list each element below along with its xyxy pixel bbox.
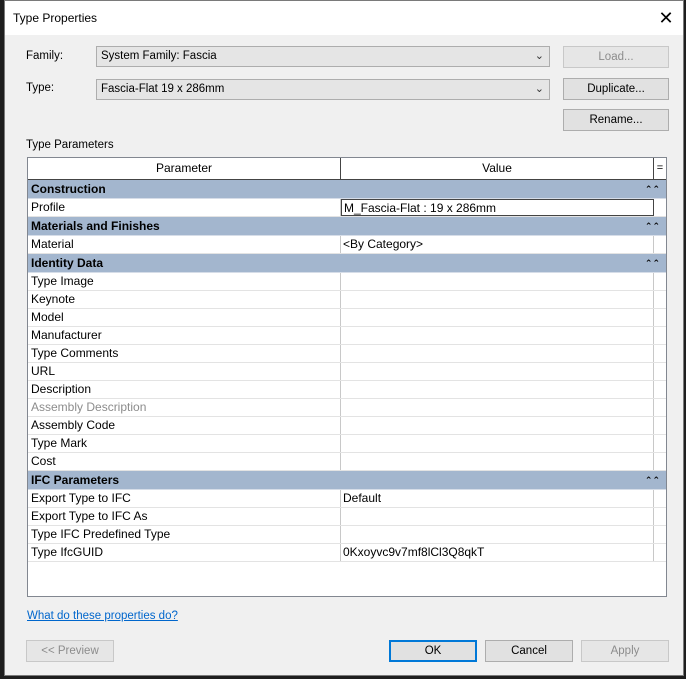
param-row: Assembly Description bbox=[28, 399, 666, 417]
grid-rows: Construction ⌃⌃ Profile M_Fascia-Flat : … bbox=[28, 180, 666, 562]
param-value[interactable] bbox=[341, 327, 654, 344]
param-row[interactable]: Export Type to IFC Default bbox=[28, 490, 666, 508]
title-bar: Type Properties ✕ bbox=[5, 1, 683, 35]
group-title: Materials and Finishes bbox=[31, 219, 160, 233]
param-value-input[interactable]: M_Fascia-Flat : 19 x 286mm bbox=[341, 199, 654, 216]
param-value[interactable] bbox=[341, 363, 654, 380]
family-label: Family: bbox=[26, 50, 64, 62]
param-name: Type Mark bbox=[28, 435, 341, 452]
param-value[interactable]: Default bbox=[341, 490, 654, 507]
param-value[interactable]: 0Kxoyvc9v7mf8lCl3Q8qkT bbox=[341, 544, 654, 561]
param-row[interactable]: Type IFC Predefined Type bbox=[28, 526, 666, 544]
param-value bbox=[341, 399, 654, 416]
grid-header: Parameter Value = bbox=[28, 158, 666, 180]
param-row[interactable]: Assembly Code bbox=[28, 417, 666, 435]
param-row[interactable]: Type Mark bbox=[28, 435, 666, 453]
group-title: Identity Data bbox=[31, 256, 104, 270]
apply-button[interactable]: Apply bbox=[581, 640, 669, 662]
group-construction[interactable]: Construction ⌃⌃ bbox=[28, 180, 666, 199]
param-name: Profile bbox=[28, 199, 341, 216]
param-value[interactable] bbox=[341, 309, 654, 326]
type-parameters-label: Type Parameters bbox=[26, 139, 114, 151]
load-button[interactable]: Load... bbox=[563, 46, 669, 68]
param-name: Cost bbox=[28, 453, 341, 470]
collapse-icon[interactable]: ⌃⌃ bbox=[645, 180, 660, 199]
param-name: Description bbox=[28, 381, 341, 398]
group-title: IFC Parameters bbox=[31, 473, 120, 487]
param-row[interactable]: Profile M_Fascia-Flat : 19 x 286mm bbox=[28, 199, 666, 217]
param-row[interactable]: Export Type to IFC As bbox=[28, 508, 666, 526]
param-row[interactable]: Model bbox=[28, 309, 666, 327]
param-value[interactable] bbox=[341, 273, 654, 290]
window-title: Type Properties bbox=[13, 11, 98, 25]
chevron-down-icon: ⌄ bbox=[534, 50, 544, 62]
param-value[interactable] bbox=[341, 435, 654, 452]
param-row[interactable]: Material <By Category> bbox=[28, 236, 666, 254]
group-title: Construction bbox=[31, 182, 106, 196]
collapse-icon[interactable]: ⌃⌃ bbox=[645, 217, 660, 236]
param-value[interactable] bbox=[341, 345, 654, 362]
type-label: Type: bbox=[26, 82, 55, 94]
param-value[interactable]: <By Category> bbox=[341, 236, 654, 253]
param-row[interactable]: Type Image bbox=[28, 273, 666, 291]
param-row[interactable]: Type IfcGUID 0Kxoyvc9v7mf8lCl3Q8qkT bbox=[28, 544, 666, 562]
param-value[interactable] bbox=[341, 381, 654, 398]
family-value: System Family: Fascia bbox=[101, 50, 217, 62]
collapse-icon[interactable]: ⌃⌃ bbox=[645, 254, 660, 273]
group-identity-data[interactable]: Identity Data ⌃⌃ bbox=[28, 254, 666, 273]
formula-column-header[interactable]: = bbox=[654, 158, 666, 180]
type-select[interactable]: Fascia-Flat 19 x 286mm ⌄ bbox=[96, 79, 550, 100]
param-name: Type IfcGUID bbox=[28, 544, 341, 561]
param-name: Assembly Code bbox=[28, 417, 341, 434]
param-row[interactable]: Manufacturer bbox=[28, 327, 666, 345]
cancel-button[interactable]: Cancel bbox=[485, 640, 573, 662]
param-name: Model bbox=[28, 309, 341, 326]
param-value[interactable] bbox=[341, 508, 654, 525]
param-name: Type Image bbox=[28, 273, 341, 290]
param-row[interactable]: Keynote bbox=[28, 291, 666, 309]
chevron-down-icon: ⌄ bbox=[534, 83, 544, 95]
param-value[interactable] bbox=[341, 417, 654, 434]
group-materials-and-finishes[interactable]: Materials and Finishes ⌃⌃ bbox=[28, 217, 666, 236]
parameter-column-header[interactable]: Parameter bbox=[28, 158, 341, 180]
param-name: URL bbox=[28, 363, 341, 380]
group-ifc-parameters[interactable]: IFC Parameters ⌃⌃ bbox=[28, 471, 666, 490]
param-name: Manufacturer bbox=[28, 327, 341, 344]
param-name: Assembly Description bbox=[28, 399, 341, 416]
ok-button[interactable]: OK bbox=[389, 640, 477, 662]
duplicate-button[interactable]: Duplicate... bbox=[563, 78, 669, 100]
param-row[interactable]: Cost bbox=[28, 453, 666, 471]
value-column-header[interactable]: Value bbox=[341, 158, 654, 180]
param-name: Keynote bbox=[28, 291, 341, 308]
param-name: Export Type to IFC As bbox=[28, 508, 341, 525]
family-select[interactable]: System Family: Fascia ⌄ bbox=[96, 46, 550, 67]
type-properties-dialog: Type Properties ✕ Family: System Family:… bbox=[4, 0, 684, 676]
param-name: Type Comments bbox=[28, 345, 341, 362]
help-link[interactable]: What do these properties do? bbox=[27, 610, 178, 622]
param-value[interactable] bbox=[341, 453, 654, 470]
parameters-grid: Parameter Value = Construction ⌃⌃ Profil… bbox=[27, 157, 667, 597]
param-value[interactable] bbox=[341, 526, 654, 543]
param-name: Export Type to IFC bbox=[28, 490, 341, 507]
param-value[interactable] bbox=[341, 291, 654, 308]
preview-button[interactable]: << Preview bbox=[26, 640, 114, 662]
close-icon[interactable]: ✕ bbox=[649, 1, 683, 35]
param-row[interactable]: Description bbox=[28, 381, 666, 399]
collapse-icon[interactable]: ⌃⌃ bbox=[645, 471, 660, 490]
param-name: Type IFC Predefined Type bbox=[28, 526, 341, 543]
type-value: Fascia-Flat 19 x 286mm bbox=[101, 83, 225, 95]
param-row[interactable]: URL bbox=[28, 363, 666, 381]
rename-button[interactable]: Rename... bbox=[563, 109, 669, 131]
param-row[interactable]: Type Comments bbox=[28, 345, 666, 363]
param-name: Material bbox=[28, 236, 341, 253]
